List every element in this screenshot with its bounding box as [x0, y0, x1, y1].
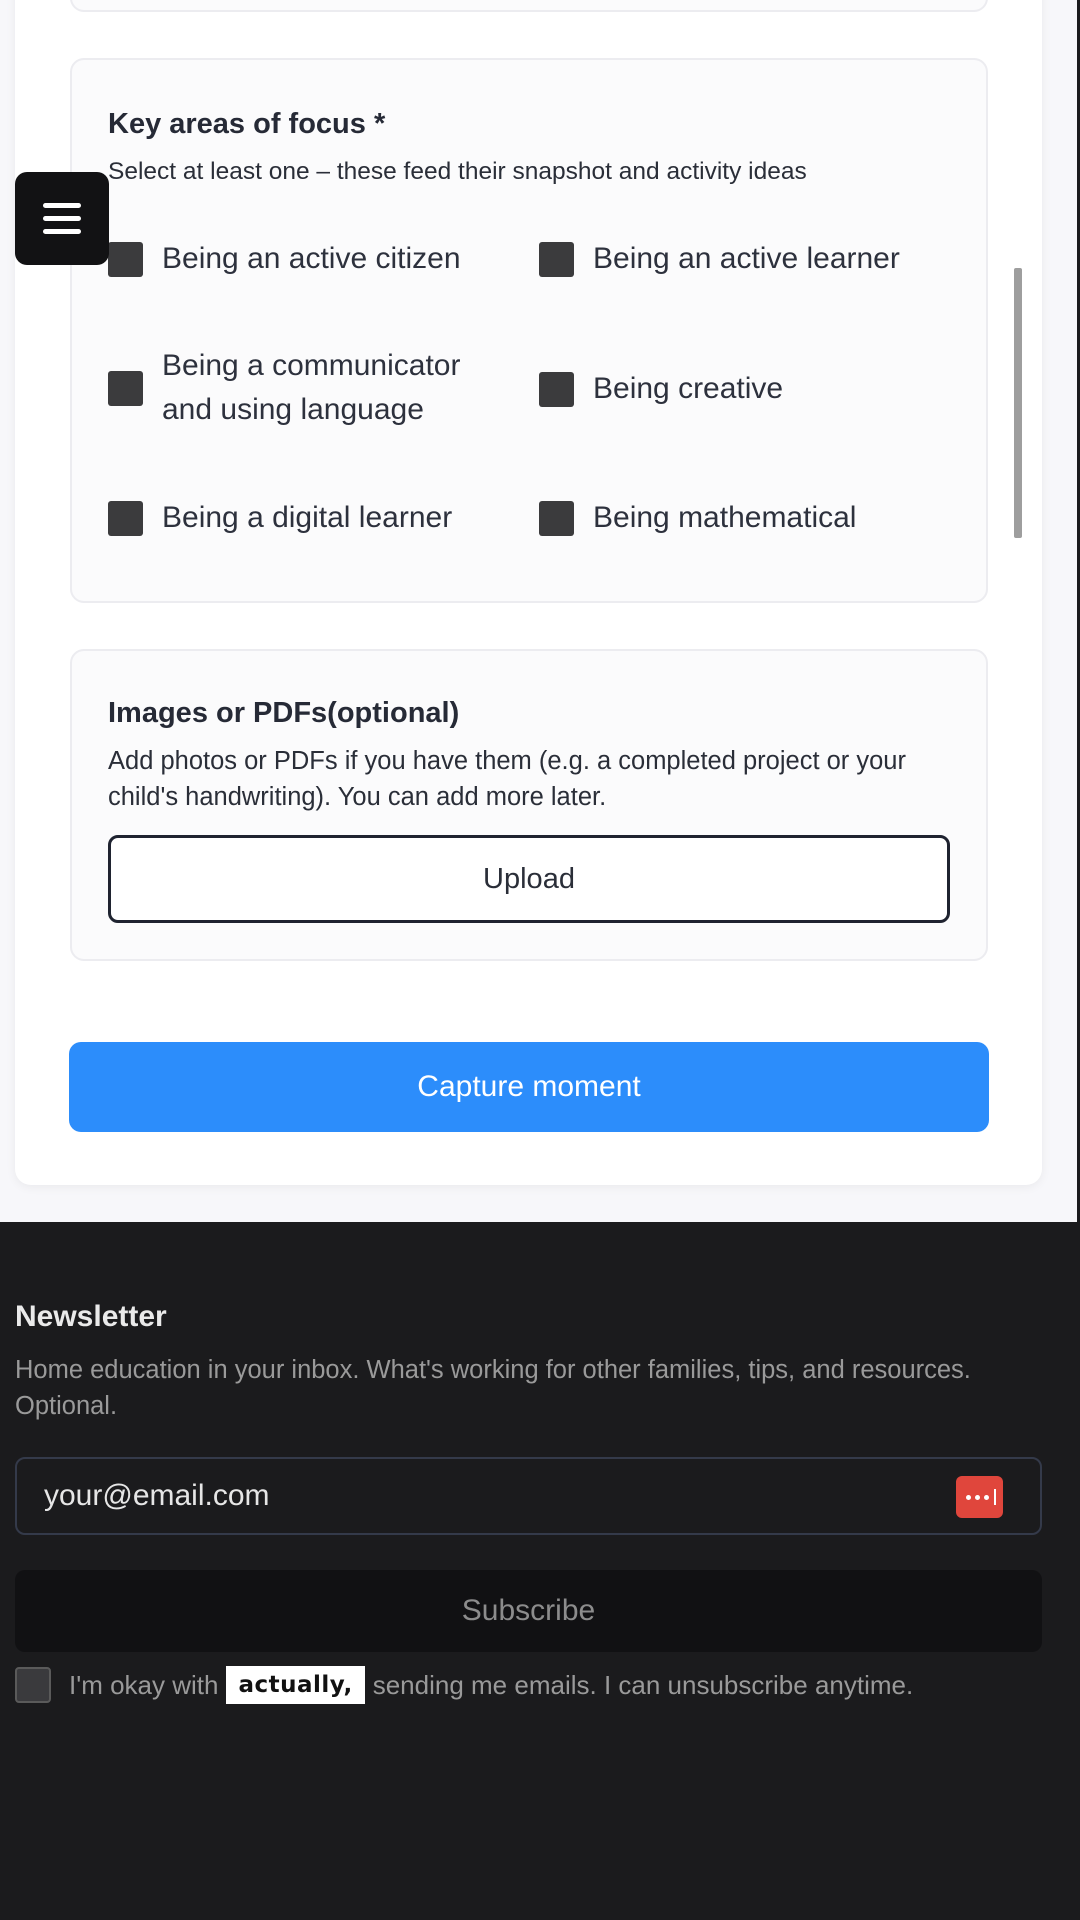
- checkbox-label: Being mathematical: [593, 501, 857, 534]
- consent-checkbox[interactable]: [15, 1667, 51, 1703]
- password-manager-icon[interactable]: [956, 1476, 1003, 1518]
- upload-description: Add photos or PDFs if you have them (e.g…: [108, 747, 906, 811]
- consent-prefix: I'm okay with: [69, 1669, 219, 1700]
- focus-option-creative[interactable]: Being creative: [539, 367, 783, 411]
- focus-subtitle: Select at least one – these feed their s…: [108, 158, 807, 185]
- focus-title: Key areas of focus *: [108, 108, 386, 140]
- subscribe-button[interactable]: Subscribe: [15, 1570, 1042, 1652]
- consent-row[interactable]: I'm okay with actually, sending me email…: [15, 1666, 913, 1704]
- upload-button[interactable]: Upload: [108, 835, 950, 923]
- upload-section: Images or PDFs(optional) Add photos or P…: [70, 649, 988, 961]
- checkbox-label: Being a digital learner: [162, 501, 453, 534]
- checkbox-label: Being a communicator and using language: [162, 349, 461, 426]
- upload-title: Images or PDFs(optional): [108, 697, 460, 729]
- brand-logo: actually,: [226, 1666, 365, 1704]
- newsletter-description: Home education in your inbox. What's wor…: [15, 1356, 971, 1420]
- focus-option-active-learner[interactable]: Being an active learner: [539, 237, 900, 281]
- checkbox-label: Being an active learner: [593, 242, 900, 275]
- checkbox-label: Being an active citizen: [162, 242, 461, 275]
- checkbox[interactable]: [539, 241, 574, 277]
- menu-button[interactable]: [15, 172, 109, 265]
- previous-section: [70, 0, 988, 12]
- email-field-wrapper: [15, 1457, 1042, 1535]
- checkbox[interactable]: [539, 371, 574, 407]
- focus-option-mathematical[interactable]: Being mathematical: [539, 496, 856, 540]
- checkbox[interactable]: [108, 241, 143, 277]
- focus-option-communicator[interactable]: Being a communicator and using language: [108, 344, 507, 432]
- focus-option-digital-learner[interactable]: Being a digital learner: [108, 496, 452, 540]
- focus-section: Key areas of focus * Select at least one…: [70, 58, 1022, 603]
- newsletter-title: Newsletter: [15, 1300, 167, 1333]
- footer: Newsletter Home education in your inbox.…: [0, 1222, 1080, 1920]
- focus-list-scrollbar[interactable]: [1014, 268, 1022, 538]
- focus-option-active-citizen[interactable]: Being an active citizen: [108, 237, 461, 281]
- consent-label: I'm okay with actually, sending me email…: [69, 1666, 913, 1704]
- checkbox[interactable]: [108, 370, 143, 406]
- checkbox[interactable]: [108, 500, 143, 536]
- capture-moment-button[interactable]: Capture moment: [69, 1042, 989, 1132]
- email-field[interactable]: [44, 1471, 944, 1521]
- hamburger-icon: [43, 203, 81, 208]
- consent-suffix: sending me emails. I can unsubscribe any…: [372, 1669, 914, 1700]
- checkbox-label: Being creative: [593, 372, 784, 405]
- checkbox[interactable]: [539, 500, 574, 536]
